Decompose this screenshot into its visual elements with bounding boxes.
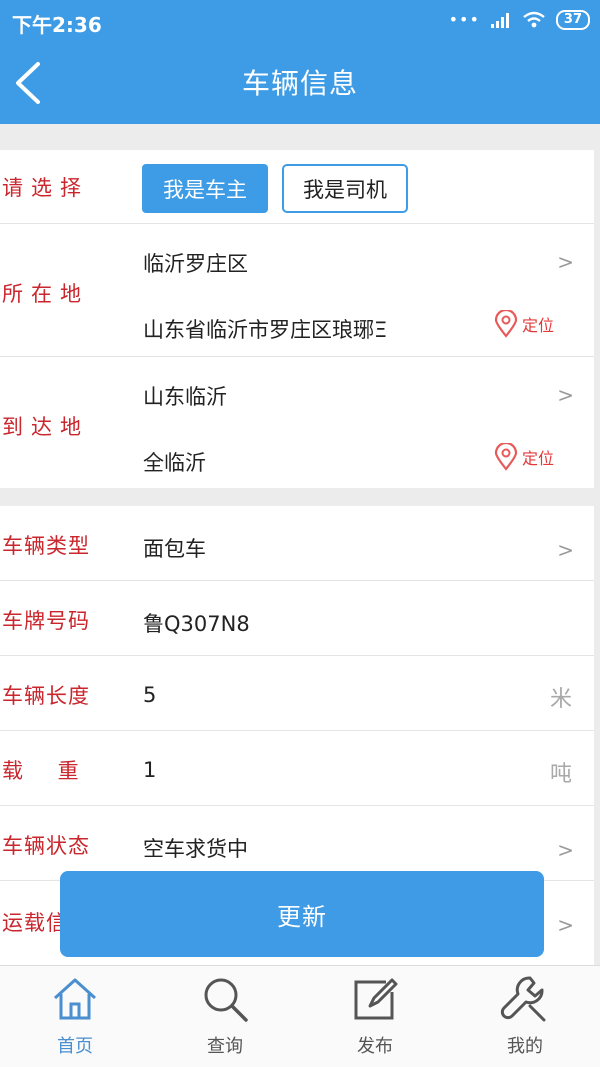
home-icon: [53, 978, 97, 1020]
wifi-icon: [523, 11, 545, 28]
plate-number-field[interactable]: 鲁Q307N8: [143, 608, 250, 638]
nav-bar: 车辆信息: [0, 42, 600, 124]
edit-icon: [354, 978, 398, 1020]
signal-icon: [490, 13, 509, 28]
origin-label: 所在地: [2, 282, 89, 306]
status-bar: 下午2:36 ••• 37: [0, 0, 600, 42]
chevron-right-icon: >: [557, 838, 574, 862]
tab-publish-label: 发布: [357, 1036, 393, 1057]
plate-number-row: 车牌号码 鲁Q307N8: [0, 581, 594, 656]
vehicle-type-value: 面包车: [143, 537, 206, 561]
chevron-right-icon[interactable]: >: [557, 250, 574, 274]
search-icon: [204, 978, 248, 1022]
owner-button[interactable]: 我是车主: [142, 164, 268, 213]
vehicle-type-label: 车辆类型: [2, 534, 90, 558]
chevron-right-icon: >: [557, 913, 574, 937]
destination-locate-button[interactable]: 定位: [494, 443, 554, 471]
origin-locate-label: 定位: [521, 316, 554, 335]
tab-home[interactable]: 首页: [0, 966, 150, 1067]
chevron-right-icon: >: [557, 538, 574, 562]
destination-address[interactable]: 全临沂: [143, 447, 206, 477]
tab-mine[interactable]: 我的: [450, 966, 600, 1067]
location-pin-icon: [494, 310, 518, 338]
destination-region[interactable]: 山东临沂: [143, 381, 227, 411]
destination-locate-label: 定位: [521, 449, 554, 468]
destination-label: 到达地: [2, 415, 89, 439]
status-icons: ••• 37: [449, 10, 590, 30]
plate-number-label: 车牌号码: [2, 609, 90, 633]
role-select-label: 请选择: [2, 176, 89, 200]
vehicle-length-field[interactable]: 5: [143, 683, 156, 707]
update-button[interactable]: 更新: [60, 871, 544, 957]
origin-row: 所在地 临沂罗庄区 > 山东省临沂市罗庄区琅琊Ξ 定位: [0, 224, 594, 357]
transport-info-label: 运载信: [2, 911, 68, 935]
location-pin-icon: [494, 443, 518, 471]
battery-icon: 37: [555, 10, 590, 30]
weight-unit: 吨: [549, 762, 572, 787]
vehicle-status-value: 空车求货中: [143, 837, 248, 861]
tab-search-label: 查询: [207, 1036, 243, 1057]
wrench-icon: [500, 976, 546, 1022]
origin-region[interactable]: 临沂罗庄区: [143, 248, 248, 278]
vehicle-length-label: 车辆长度: [2, 684, 90, 708]
vehicle-status-label: 车辆状态: [2, 834, 90, 858]
chevron-right-icon[interactable]: >: [557, 383, 574, 407]
tab-bar: 首页 查询 发布 我的: [0, 965, 600, 1067]
vehicle-length-row: 车辆长度 5 米: [0, 656, 594, 731]
driver-button[interactable]: 我是司机: [282, 164, 408, 213]
load-weight-field[interactable]: 1: [143, 758, 156, 782]
origin-address[interactable]: 山东省临沂市罗庄区琅琊Ξ: [143, 314, 387, 344]
length-unit: 米: [549, 687, 572, 712]
tab-search[interactable]: 查询: [150, 966, 300, 1067]
load-weight-label: 载 重: [2, 759, 93, 783]
destination-row: 到达地 山东临沂 > 全临沂 定位: [0, 357, 594, 488]
tab-mine-label: 我的: [507, 1036, 543, 1057]
load-weight-row: 载 重 1 吨: [0, 731, 594, 806]
tab-home-label: 首页: [57, 1036, 93, 1057]
origin-locate-button[interactable]: 定位: [494, 310, 554, 338]
vehicle-status-row[interactable]: 车辆状态 空车求货中 >: [0, 806, 594, 881]
status-time: 下午2:36: [12, 13, 102, 37]
page-title: 车辆信息: [241, 67, 358, 100]
tab-publish[interactable]: 发布: [300, 966, 450, 1067]
notification-dots: •••: [448, 10, 480, 29]
vehicle-type-row[interactable]: 车辆类型 面包车 >: [0, 506, 594, 581]
